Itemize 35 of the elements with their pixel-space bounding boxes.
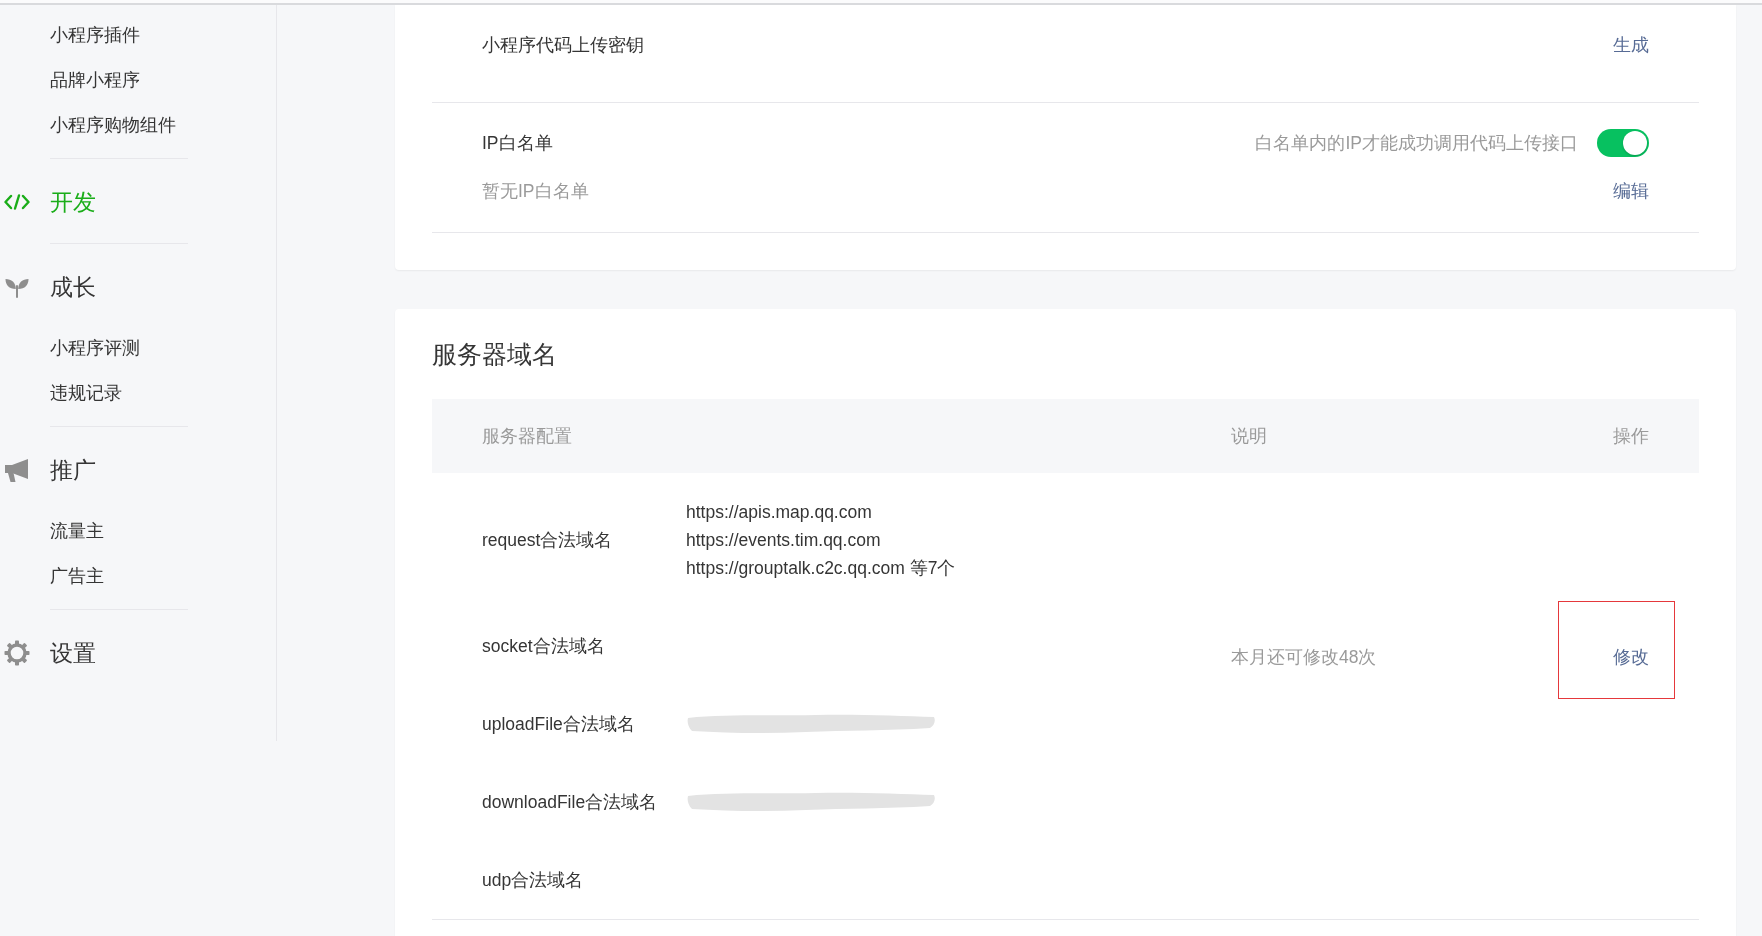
action-link[interactable]: 生成 (1613, 31, 1649, 59)
sidebar-group[interactable]: 推广 (4, 448, 96, 492)
domain-type-label: downloadFile合法域名 (482, 791, 658, 814)
remaining-edits-note: 本月还可修改48次 (1231, 646, 1377, 669)
sidebar-item[interactable]: 品牌小程序 (50, 58, 140, 103)
action-link[interactable]: 编辑 (1613, 177, 1649, 205)
setting-hint: 白名单内的IP才能成功调用代码上传接口 (1255, 132, 1578, 155)
sidebar-item[interactable]: 广告主 (50, 554, 104, 599)
sidebar-group[interactable]: 成长 (4, 265, 96, 309)
sidebar-item[interactable]: 小程序购物组件 (50, 103, 176, 148)
sidebar-item[interactable]: 流量主 (50, 509, 104, 554)
domain-url: https://events.tim.qq.com (686, 529, 881, 552)
toggle-switch[interactable] (1597, 129, 1649, 157)
sidebar-item[interactable]: 小程序评测 (50, 326, 140, 371)
card-title: 服务器域名 (432, 339, 557, 370)
setting-label: 小程序代码上传密钥 (482, 34, 644, 57)
megaphone-icon (4, 457, 30, 483)
domain-url: https://grouptalk.c2c.qq.com 等7个 (686, 557, 956, 580)
domain-type-label: socket合法域名 (482, 635, 605, 658)
code-icon (4, 194, 30, 210)
sprout-icon (5, 276, 29, 298)
column-header: 操作 (1613, 425, 1649, 448)
column-header: 服务器配置 (482, 425, 572, 448)
modify-link[interactable]: 修改 (1613, 643, 1649, 671)
empty-list-text: 暂无IP白名单 (482, 180, 589, 203)
settings-icon (4, 640, 30, 666)
sidebar-item[interactable]: 违规记录 (50, 371, 122, 416)
sidebar-group[interactable]: 设置 (4, 631, 96, 675)
domain-url: https://apis.map.qq.com (686, 501, 872, 524)
domain-type-label: request合法域名 (482, 529, 613, 552)
sidebar-item[interactable]: 小程序插件 (50, 13, 140, 58)
domain-type-label: udp合法域名 (482, 869, 584, 892)
domain-type-label: uploadFile合法域名 (482, 713, 635, 736)
setting-label: IP白名单 (482, 132, 553, 155)
column-header: 说明 (1231, 425, 1267, 448)
